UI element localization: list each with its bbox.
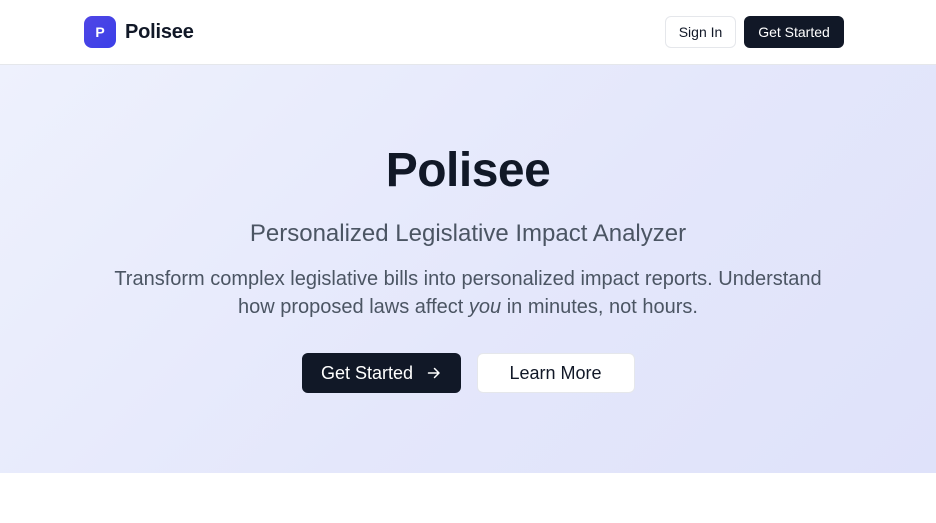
get-started-hero-button[interactable]: Get Started xyxy=(301,353,461,393)
hero-title: Polisee xyxy=(385,144,551,197)
logo-icon: P xyxy=(84,16,116,48)
hero-description-emphasis: you xyxy=(468,296,502,318)
nav-actions: Sign In Get Started xyxy=(665,16,844,48)
hero-section: Polisee Personalized Legislative Impact … xyxy=(0,65,936,473)
hero-cta-group: Get Started Learn More xyxy=(0,353,936,393)
hero-description: Transform complex legislative bills into… xyxy=(110,265,826,321)
brand[interactable]: P Polisee xyxy=(84,16,194,48)
learn-more-button[interactable]: Learn More xyxy=(476,353,635,393)
hero-description-text-end: in minutes, not hours. xyxy=(501,296,698,318)
arrow-right-icon xyxy=(427,367,440,379)
hero-subtitle: Personalized Legislative Impact Analyzer xyxy=(249,220,687,247)
brand-name: Polisee xyxy=(125,20,194,43)
get-started-nav-button[interactable]: Get Started xyxy=(744,16,844,48)
top-navbar: P Polisee Sign In Get Started xyxy=(0,0,936,65)
get-started-hero-label: Get Started xyxy=(320,362,414,383)
sign-in-button[interactable]: Sign In xyxy=(665,16,736,48)
